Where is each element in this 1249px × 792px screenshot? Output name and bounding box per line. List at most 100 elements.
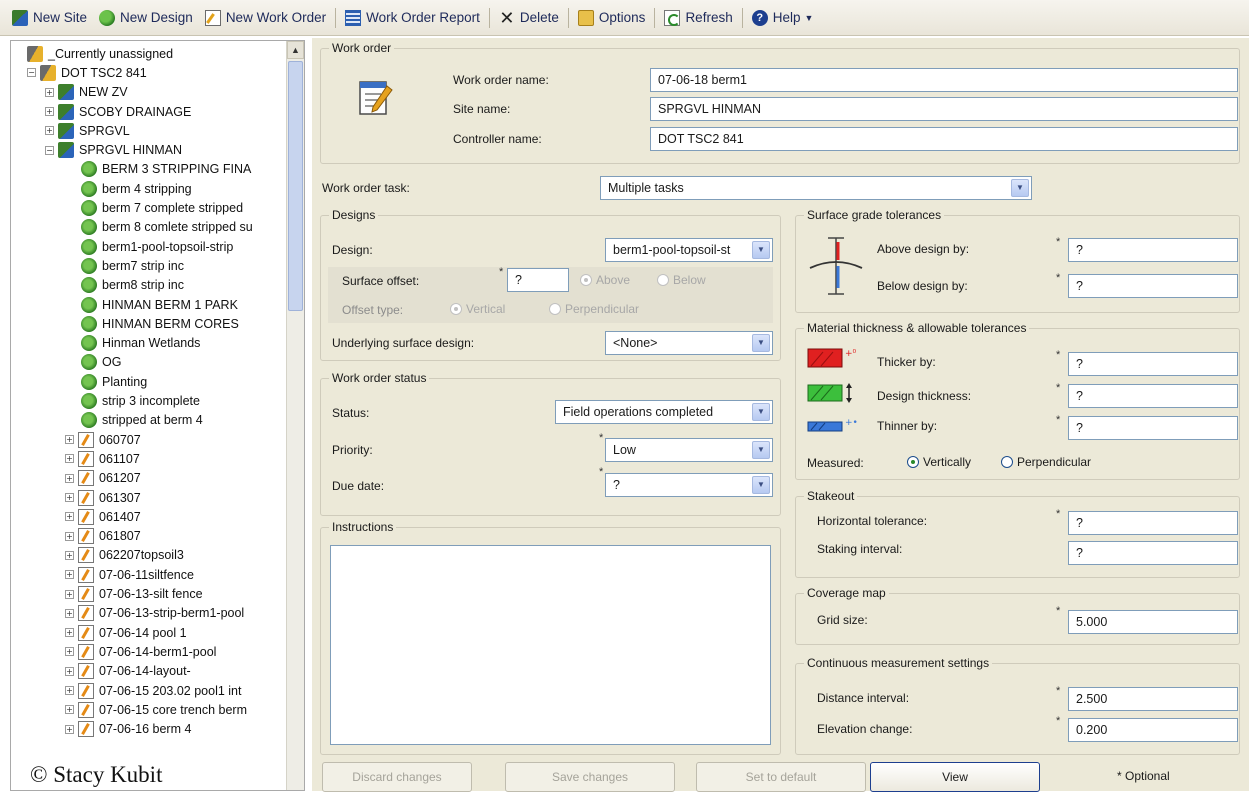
site-tree[interactable]: _Currently unassigned − DOT TSC2 841 + NEW Z… [10,40,305,791]
controller-name-field[interactable]: DOT TSC2 841 [650,127,1238,151]
tree-item[interactable]: − DOT TSC2 841 [27,63,147,82]
tree-item[interactable]: +061407 [65,507,141,526]
tree-item[interactable]: +07-06-14-berm1-pool [65,642,216,661]
offset-below-radio[interactable]: Below [657,273,706,287]
tree-item[interactable]: + SPRGVL [45,121,130,140]
above-design-field[interactable]: ? [1068,238,1238,262]
tree-item[interactable]: +07-06-16 berm 4 [65,720,191,739]
tree-item[interactable]: _Currently unassigned [27,44,173,63]
underlying-surface-select[interactable]: <None> ▼ [605,331,773,355]
work-order-report-button[interactable]: Work Order Report [339,5,486,31]
offset-above-radio[interactable]: Above [580,273,630,287]
tree-item[interactable]: berm 8 comlete stripped su [81,218,253,237]
tree-item[interactable]: +061807 [65,527,141,546]
tree-item[interactable]: BERM 3 STRIPPING FINA [81,160,251,179]
save-changes-button[interactable]: Save changes [505,762,675,792]
staking-interval-field[interactable]: ? [1068,541,1238,565]
tree-item[interactable]: +07-06-15 core trench berm [65,700,247,719]
new-design-button[interactable]: New Design [93,5,199,31]
expand-icon[interactable]: + [65,589,74,599]
expand-icon[interactable]: + [45,126,54,136]
chevron-down-icon[interactable]: ▼ [752,441,770,459]
tree-item[interactable]: berm7 strip inc [81,256,184,275]
expand-icon[interactable]: + [65,608,74,618]
horizontal-tolerance-field[interactable]: ? [1068,511,1238,535]
expand-icon[interactable]: + [45,107,54,117]
expand-icon[interactable]: + [65,512,74,522]
tree-item[interactable]: +061107 [65,449,140,468]
offset-perpendicular-radio[interactable]: Perpendicular [549,302,639,316]
tree-item[interactable]: stripped at berm 4 [81,411,203,430]
status-select[interactable]: Field operations completed ▼ [555,400,773,424]
expand-icon[interactable]: + [65,628,74,638]
work-order-task-select[interactable]: Multiple tasks ▼ [600,176,1032,200]
tree-item[interactable]: +062207topsoil3 [65,546,184,565]
tree-item[interactable]: berm 4 stripping [81,179,192,198]
scroll-up-icon[interactable]: ▲ [287,41,304,59]
expand-icon[interactable]: + [65,724,74,734]
tree-item[interactable]: strip 3 incomplete [81,391,200,410]
surface-offset-field[interactable]: ? [507,268,569,292]
elevation-change-field[interactable]: 0.200 [1068,718,1238,742]
expand-icon[interactable]: + [65,647,74,657]
options-button[interactable]: Options [572,5,652,31]
site-name-field[interactable]: SPRGVL HINMAN [650,97,1238,121]
design-select[interactable]: berm1-pool-topsoil-st ▼ [605,238,773,262]
tree-scrollbar[interactable]: ▲ [286,41,304,790]
chevron-down-icon[interactable]: ▼ [1011,179,1029,197]
chevron-down-icon[interactable]: ▼ [752,403,770,421]
tree-item[interactable]: HINMAN BERM CORES [81,314,239,333]
tree-item[interactable]: + SCOBY DRAINAGE [45,102,191,121]
chevron-down-icon[interactable]: ▼ [752,241,770,259]
offset-vertical-radio[interactable]: Vertical [450,302,505,316]
expand-icon[interactable]: + [65,570,74,580]
delete-button[interactable]: ✕ Delete [493,5,565,31]
grid-size-field[interactable]: 5.000 [1068,610,1238,634]
tree-item[interactable]: Hinman Wetlands [81,334,200,353]
set-to-default-button[interactable]: Set to default [696,762,866,792]
help-button[interactable]: ? Help ▼ [746,5,820,31]
expand-icon[interactable]: + [65,454,74,464]
refresh-button[interactable]: Refresh [658,5,738,31]
discard-changes-button[interactable]: Discard changes [322,762,472,792]
expand-icon[interactable]: + [65,686,74,696]
tree-item[interactable]: HINMAN BERM 1 PARK [81,295,238,314]
measured-perpendicular-radio[interactable]: Perpendicular [1001,455,1091,469]
priority-select[interactable]: Low ▼ [605,438,773,462]
expand-icon[interactable]: + [65,550,74,560]
tree-item[interactable]: +07-06-13-silt fence [65,584,203,603]
expand-icon[interactable]: + [65,435,74,445]
tree-item[interactable]: berm8 strip inc [81,276,184,295]
thicker-by-field[interactable]: ? [1068,352,1238,376]
thinner-by-field[interactable]: ? [1068,416,1238,440]
tree-item[interactable]: +07-06-14 pool 1 [65,623,187,642]
tree-item[interactable]: +07-06-11siltfence [65,565,194,584]
tree-item[interactable]: +060707 [65,430,141,449]
expand-icon[interactable]: + [65,493,74,503]
tree-item[interactable]: +07-06-13-strip-berm1-pool [65,604,244,623]
design-thickness-field[interactable]: ? [1068,384,1238,408]
tree-item[interactable]: berm1-pool-topsoil-strip [81,237,233,256]
distance-interval-field[interactable]: 2.500 [1068,687,1238,711]
tree-item[interactable]: + NEW ZV [45,83,128,102]
tree-item[interactable]: OG [81,353,121,372]
expand-icon[interactable]: + [45,87,54,97]
scrollbar-thumb[interactable] [288,61,303,311]
instructions-textarea[interactable] [330,545,771,745]
expand-icon[interactable]: + [65,531,74,541]
expand-icon[interactable]: + [65,705,74,715]
work-order-name-field[interactable]: 07-06-18 berm1 [650,68,1238,92]
below-design-field[interactable]: ? [1068,274,1238,298]
new-work-order-button[interactable]: New Work Order [199,5,332,31]
view-button[interactable]: View [870,762,1040,792]
tree-item[interactable]: +07-06-15 203.02 pool1 int [65,681,241,700]
expand-icon[interactable]: + [65,473,74,483]
tree-item[interactable]: +061207 [65,469,141,488]
chevron-down-icon[interactable]: ▼ [752,334,770,352]
measured-vertically-radio[interactable]: Vertically [907,455,971,469]
new-site-button[interactable]: New Site [6,5,93,31]
tree-item[interactable]: − SPRGVL HINMAN [45,141,182,160]
tree-item[interactable]: +061307 [65,488,141,507]
tree-item[interactable]: berm 7 complete stripped [81,198,243,217]
tree-item[interactable]: Planting [81,372,147,391]
